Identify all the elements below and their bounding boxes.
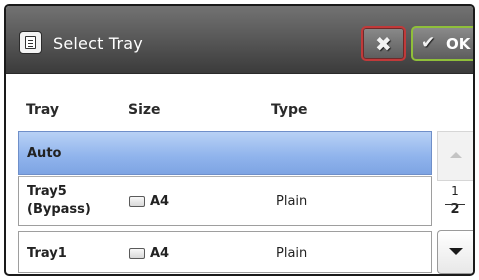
tray-row-auto[interactable]: Auto	[18, 131, 432, 175]
page-divider	[445, 204, 465, 205]
page-current: 1	[451, 184, 459, 198]
page-title: Select Tray	[53, 34, 143, 53]
tray-row-tray1[interactable]: Tray1 A4 Plain	[18, 231, 432, 273]
column-header-size: Size	[128, 102, 161, 118]
tray-name: Tray1	[27, 246, 67, 261]
cancel-button[interactable]: ✖	[361, 26, 406, 61]
paper-size: A4	[150, 246, 170, 261]
paper-size-icon	[129, 196, 145, 207]
tray-name: Tray5	[27, 184, 67, 199]
column-header-tray: Tray	[26, 102, 60, 118]
tray-document-icon	[19, 31, 42, 54]
select-tray-screen: Select Tray ✖ ✔ OK Tray Size Type Auto T…	[4, 4, 475, 276]
scroll-up-button[interactable]	[437, 131, 473, 181]
paper-type: Plain	[276, 246, 308, 261]
paper-type: Plain	[276, 194, 308, 209]
column-header-type: Type	[271, 102, 308, 118]
chevron-up-icon	[450, 152, 462, 158]
header-bar: Select Tray ✖ ✔ OK	[6, 6, 473, 74]
paper-size: A4	[150, 194, 170, 209]
scroll-down-button[interactable]	[437, 230, 473, 274]
page-total: 2	[450, 202, 460, 217]
checkmark-icon: ✔	[421, 33, 436, 53]
chevron-down-icon	[449, 248, 463, 255]
paper-size-icon	[129, 248, 145, 259]
ok-button[interactable]: ✔ OK	[411, 26, 473, 61]
tray-row-tray5[interactable]: Tray5 (Bypass) A4 Plain	[18, 176, 432, 226]
close-icon: ✖	[375, 32, 392, 56]
tray-name: Auto	[27, 146, 62, 161]
page-indicator: 1 2	[437, 184, 473, 228]
tray-subname: (Bypass)	[27, 202, 91, 217]
ok-label: OK	[446, 35, 471, 53]
